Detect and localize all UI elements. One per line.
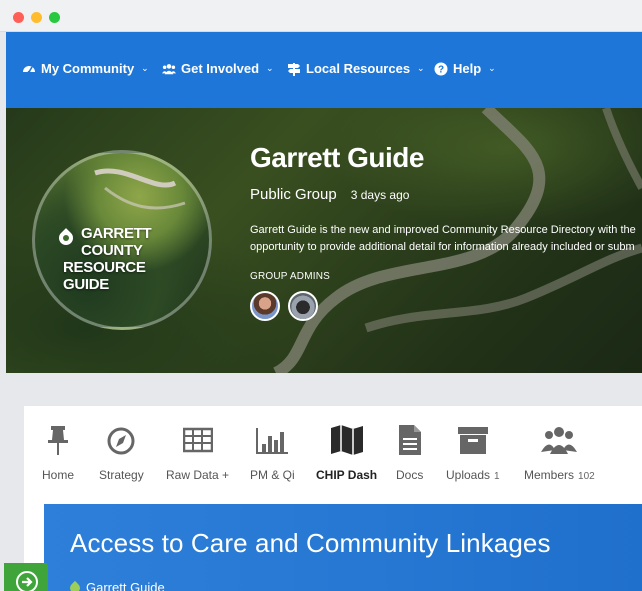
admin-avatar[interactable] <box>288 291 318 321</box>
group-admins-label: GROUP ADMINS <box>250 271 331 282</box>
tab-home[interactable]: Home <box>42 424 74 482</box>
nav-local-resources[interactable]: Local Resources ⌄ <box>287 61 425 76</box>
maximize-window-button[interactable] <box>49 12 60 23</box>
chevron-down-icon: ⌄ <box>488 63 496 73</box>
tab-members[interactable]: Members 102 <box>524 424 595 482</box>
group-age: 3 days ago <box>350 188 410 202</box>
section-title: Access to Care and Community Linkages <box>70 528 551 558</box>
map-icon <box>330 425 363 455</box>
group-meta: Public Group 3 days ago <box>250 186 409 203</box>
nav-label: Local Resources <box>306 61 411 76</box>
tab-chip-dash[interactable]: CHIP Dash <box>316 424 377 482</box>
svg-text:?: ? <box>438 64 444 75</box>
group-avatar[interactable]: GARRETT COUNTY RESOURCE GUIDE <box>32 150 212 330</box>
nav-help[interactable]: ? Help ⌄ <box>434 61 496 76</box>
uploads-count: 1 <box>494 471 500 482</box>
tab-raw-data[interactable]: Raw Data + <box>166 424 229 482</box>
group-content-panel: Home Strategy Raw Data + PM & Qi CHIP Da… <box>24 406 642 591</box>
question-circle-icon: ? <box>434 62 448 76</box>
tab-docs[interactable]: Docs <box>396 424 423 482</box>
bar-chart-icon <box>256 428 289 454</box>
close-window-button[interactable] <box>13 12 24 23</box>
tab-pm-qi[interactable]: PM & Qi <box>250 424 295 482</box>
group-icon <box>541 427 578 454</box>
nav-label: My Community <box>41 61 135 76</box>
group-cover-image: GARRETT COUNTY RESOURCE GUIDE Garrett Gu… <box>6 108 642 373</box>
main-navbar: My Community ⌄ Get Involved ⌄ Local Reso… <box>6 32 642 108</box>
pushpin-icon <box>48 426 68 455</box>
nav-label: Help <box>453 61 482 76</box>
compass-icon <box>107 427 135 455</box>
login-float-button[interactable] <box>4 563 48 591</box>
arrow-right-circle-icon <box>16 571 38 591</box>
group-logo-text: GARRETT COUNTY RESOURCE GUIDE <box>63 225 152 293</box>
window-titlebar <box>0 0 642 32</box>
members-count: 102 <box>578 471 595 482</box>
section-subtitle[interactable]: Garrett Guide <box>67 580 165 591</box>
group-type: Public Group <box>250 186 337 203</box>
nav-label: Get Involved <box>181 61 260 76</box>
nav-my-community[interactable]: My Community ⌄ <box>22 61 149 76</box>
tab-uploads[interactable]: Uploads 1 <box>446 424 500 482</box>
chevron-down-icon: ⌄ <box>266 63 274 73</box>
table-icon <box>182 427 213 453</box>
section-banner: Access to Care and Community Linkages Ga… <box>44 504 642 591</box>
group-title: Garrett Guide <box>250 142 424 173</box>
tab-strategy[interactable]: Strategy <box>99 424 144 482</box>
signpost-icon <box>287 62 301 76</box>
dashboard-icon <box>22 62 36 76</box>
archive-icon <box>457 427 488 454</box>
chevron-down-icon: ⌄ <box>141 63 149 73</box>
users-icon <box>162 62 176 76</box>
nav-get-involved[interactable]: Get Involved ⌄ <box>162 61 274 76</box>
chevron-down-icon: ⌄ <box>417 63 425 73</box>
document-icon <box>398 425 421 455</box>
group-description: Garrett Guide is the new and improved Co… <box>250 224 636 253</box>
minimize-window-button[interactable] <box>31 12 42 23</box>
leaf-icon <box>67 580 83 591</box>
admin-avatar[interactable] <box>250 291 280 321</box>
